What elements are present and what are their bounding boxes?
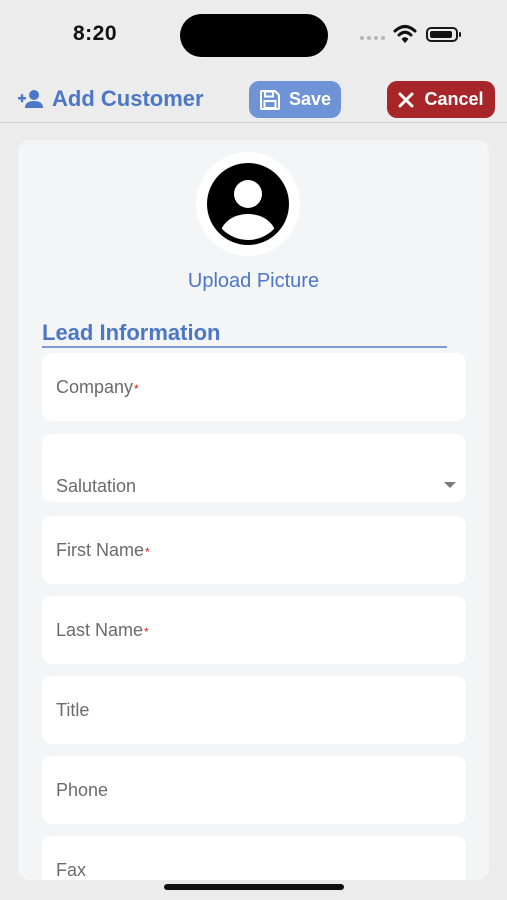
cancel-button-label: Cancel: [424, 89, 484, 109]
form-card: Upload Picture Lead Information Company*…: [18, 140, 489, 880]
section-divider: [42, 346, 447, 348]
status-bar: 8:20: [0, 0, 507, 72]
close-icon: [398, 92, 414, 107]
add-person-icon: [18, 90, 43, 108]
user-avatar-icon: [207, 163, 289, 245]
wifi-icon: [393, 25, 417, 43]
section-title: Lead Information: [42, 320, 221, 345]
caret-down-icon: [444, 482, 456, 488]
required-marker: *: [134, 382, 139, 396]
required-marker: *: [145, 545, 150, 559]
floppy-disk-icon: [259, 89, 280, 110]
home-indicator[interactable]: [164, 884, 344, 890]
fax-field[interactable]: Fax: [42, 836, 466, 880]
avatar[interactable]: [196, 152, 300, 256]
cellular-signal-icon: [360, 36, 385, 40]
first-name-field-label: First Name*: [56, 540, 150, 560]
save-button[interactable]: Save: [249, 81, 341, 118]
last-name-field[interactable]: Last Name*: [42, 596, 466, 664]
page-title: Add Customer: [18, 86, 204, 112]
save-button-label: Save: [288, 89, 332, 109]
page-title-text: Add Customer: [52, 86, 204, 111]
status-time: 8:20: [73, 22, 118, 45]
title-field[interactable]: Title: [42, 676, 466, 744]
company-field[interactable]: Company*: [42, 353, 466, 421]
cancel-button[interactable]: Cancel: [387, 81, 495, 118]
header-bar: Add Customer Save Cancel: [0, 72, 507, 123]
company-field-label: Company*: [56, 377, 139, 397]
battery-icon: [426, 27, 461, 42]
upload-picture-link[interactable]: Upload Picture: [18, 270, 489, 293]
phone-field[interactable]: Phone: [42, 756, 466, 824]
salutation-dropdown[interactable]: Salutation: [42, 434, 466, 502]
dynamic-island: [180, 14, 328, 57]
salutation-dropdown-label: Salutation: [56, 476, 137, 496]
last-name-field-label: Last Name*: [56, 620, 149, 640]
fax-field-label: Fax: [56, 860, 87, 880]
required-marker: *: [144, 625, 149, 639]
title-field-label: Title: [56, 700, 90, 720]
phone-field-label: Phone: [56, 780, 109, 800]
first-name-field[interactable]: First Name*: [42, 516, 466, 584]
